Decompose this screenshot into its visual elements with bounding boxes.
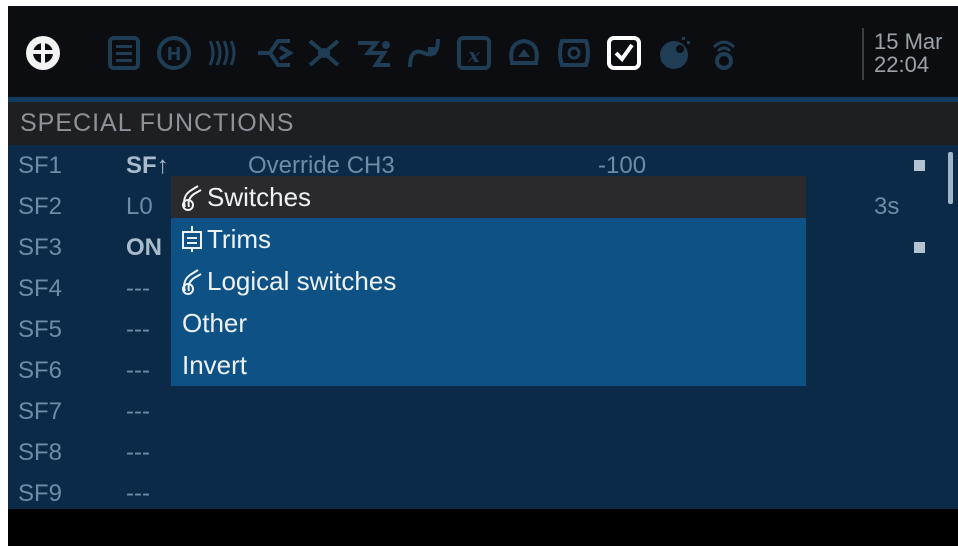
heli-icon[interactable]: H xyxy=(154,33,194,73)
row-switch: --- xyxy=(126,439,150,466)
enabled-checkbox[interactable] xyxy=(914,160,925,171)
curves-icon[interactable] xyxy=(404,33,444,73)
row-switch: --- xyxy=(126,398,150,425)
row-switch: --- xyxy=(126,275,150,302)
row-switch: SF↑ xyxy=(126,152,169,179)
inputs-icon[interactable] xyxy=(254,33,294,73)
timer-icon[interactable] xyxy=(654,33,694,73)
page-title: SPECIAL FUNCTIONS xyxy=(20,109,295,137)
popup-item-trims[interactable]: Trims xyxy=(171,218,806,260)
popup-item-label: Other xyxy=(182,308,248,338)
popup-item-invert[interactable]: Invert xyxy=(171,344,806,386)
bottom-bar xyxy=(8,509,958,546)
row-id: SF6 xyxy=(18,357,63,384)
row-switch: --- xyxy=(126,480,150,507)
clock: 15 Mar 22:04 xyxy=(874,30,942,76)
row-id: SF5 xyxy=(18,316,63,343)
logical-switches-icon[interactable]: x xyxy=(454,33,494,73)
row-repeat: 3s xyxy=(874,193,900,220)
radio-menu-icon xyxy=(26,36,60,70)
time-label: 22:04 xyxy=(874,52,930,77)
list-row-sf8[interactable]: SF8 --- xyxy=(8,432,958,473)
telemetry-icon[interactable] xyxy=(554,33,594,73)
popup-item-logical-switches[interactable]: Logical switches xyxy=(171,260,806,302)
wireless-icon[interactable] xyxy=(704,33,744,73)
row-id: SF7 xyxy=(18,398,63,425)
switch-icon xyxy=(182,185,202,211)
row-switch: --- xyxy=(126,357,150,384)
row-id: SF9 xyxy=(18,480,63,507)
list-row-sf7[interactable]: SF7 --- xyxy=(8,391,958,432)
radio-screen: H x 15 Mar 22:04 SPECIAL FUNCTIONS SF1 S… xyxy=(8,6,958,546)
scrollbar[interactable] xyxy=(948,152,953,204)
toolbar-separator xyxy=(862,28,864,80)
row-id: SF8 xyxy=(18,439,63,466)
popup-item-label: Logical switches xyxy=(207,266,397,296)
enabled-checkbox[interactable] xyxy=(914,242,925,253)
flight-modes-icon[interactable] xyxy=(204,33,244,73)
top-bar: H x 15 Mar 22:04 xyxy=(8,6,958,97)
svg-text:x: x xyxy=(467,43,481,67)
mixes-icon[interactable] xyxy=(304,33,344,73)
row-switch: --- xyxy=(126,316,150,343)
checklist-icon[interactable] xyxy=(604,33,644,73)
radio-menu-button[interactable] xyxy=(24,34,62,72)
outputs-icon[interactable] xyxy=(354,33,394,73)
switch-icon xyxy=(182,269,202,295)
switch-type-popup: Switches Trims Logical switches Other In… xyxy=(171,176,806,386)
popup-item-label: Switches xyxy=(207,182,312,212)
row-id: SF2 xyxy=(18,193,63,220)
date-label: 15 Mar xyxy=(874,29,943,54)
special-functions-icon[interactable] xyxy=(504,33,544,73)
svg-text:H: H xyxy=(166,44,181,65)
popup-item-label: Trims xyxy=(207,224,272,254)
model-list-icon[interactable] xyxy=(104,33,144,73)
page-header: SPECIAL FUNCTIONS xyxy=(8,102,958,145)
popup-item-label: Invert xyxy=(182,350,248,380)
row-id: SF3 xyxy=(18,234,63,261)
row-id: SF1 xyxy=(18,152,63,179)
popup-item-other[interactable]: Other xyxy=(171,302,806,344)
row-id: SF4 xyxy=(18,275,63,302)
popup-item-switches[interactable]: Switches xyxy=(171,176,806,218)
trim-icon xyxy=(182,226,202,252)
list-row-sf9[interactable]: SF9 --- xyxy=(8,473,958,514)
row-switch: L0 xyxy=(126,193,153,220)
row-switch: ON xyxy=(126,234,162,261)
